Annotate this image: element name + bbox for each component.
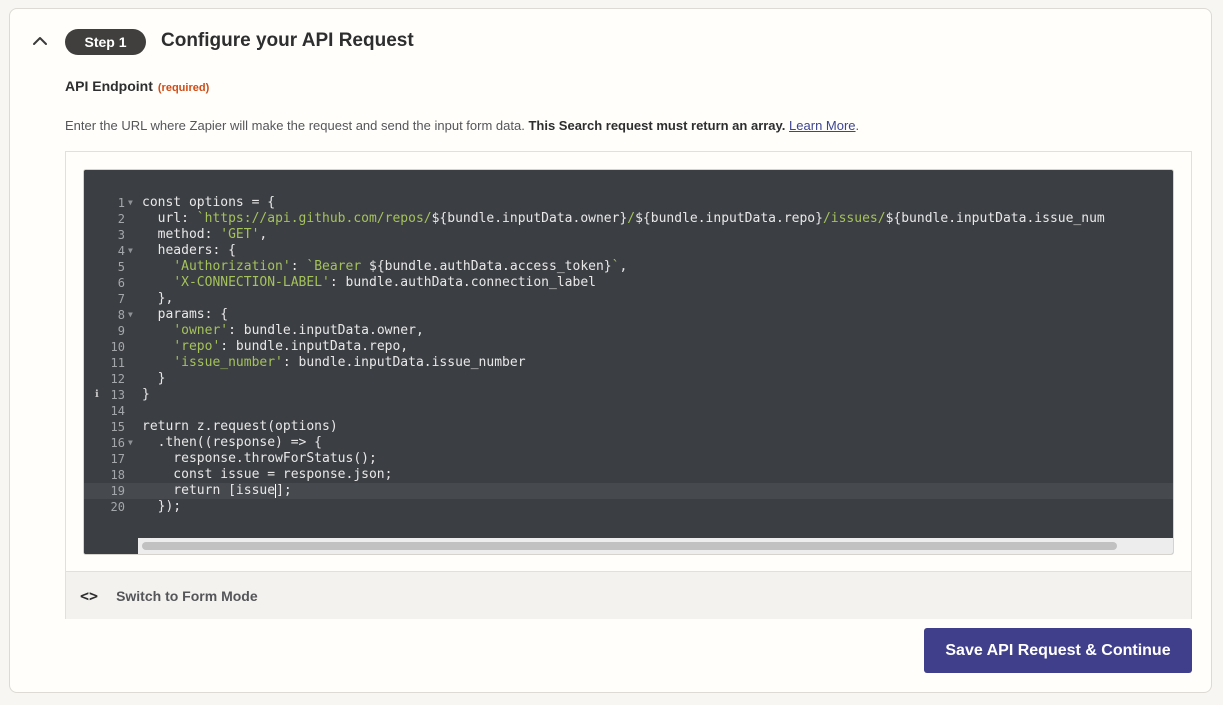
horizontal-scrollbar[interactable]: [138, 538, 1173, 554]
code-line[interactable]: 16 ▼ .then((response) => {: [84, 435, 1173, 451]
code-text: url: `https://api.github.com/repos/${bun…: [142, 211, 1105, 226]
code-line[interactable]: 17 response.throwForStatus();: [84, 451, 1173, 467]
line-number: 5: [117, 260, 125, 274]
code-editor-container: 1 ▼ const options = {2 url: `https://api.g…: [65, 151, 1192, 619]
code-line[interactable]: 1 ▼ const options = {: [84, 195, 1173, 211]
code-text: return z.request(options): [142, 419, 338, 434]
code-line[interactable]: ℹ 13}: [84, 387, 1173, 403]
code-lines[interactable]: 1 ▼ const options = {2 url: `https://api.g…: [84, 195, 1173, 515]
code-line[interactable]: 19 return [issue];: [84, 483, 1173, 499]
code-line[interactable]: 8 ▼ params: {: [84, 307, 1173, 323]
help-text-prefix: Enter the URL where Zapier will make the…: [65, 118, 525, 133]
line-number: 11: [110, 356, 125, 370]
code-text: const options = {: [142, 195, 276, 210]
code-text: .then((response) => {: [142, 435, 323, 450]
line-number: 7: [117, 292, 125, 306]
line-number: 8: [117, 308, 125, 322]
step-badge: Step 1: [65, 29, 146, 55]
step-card: Step 1 Configure your API Request API En…: [9, 8, 1212, 693]
code-line[interactable]: 12 }: [84, 371, 1173, 387]
line-number: 2: [117, 212, 125, 226]
switch-mode-button[interactable]: <> Switch to Form Mode: [66, 571, 1191, 619]
chevron-up-icon: [33, 37, 47, 45]
line-number: 19: [110, 484, 125, 498]
save-continue-button[interactable]: Save API Request & Continue: [924, 628, 1192, 673]
code-line[interactable]: 2 url: `https://api.github.com/repos/${b…: [84, 211, 1173, 227]
code-text: const issue = response.json;: [142, 467, 393, 482]
code-text: method: 'GET',: [142, 227, 268, 242]
code-line[interactable]: 7 },: [84, 291, 1173, 307]
code-text: 'X-CONNECTION-LABEL': bundle.authData.co…: [173, 275, 596, 290]
required-badge: (required): [157, 82, 210, 94]
code-text: headers: {: [142, 243, 236, 258]
line-number: 18: [110, 468, 125, 482]
line-number: 10: [110, 340, 125, 354]
code-line[interactable]: 11 'issue_number': bundle.inputData.issu…: [84, 355, 1173, 371]
line-number: 9: [117, 324, 125, 338]
fold-toggle-icon[interactable]: ▼: [128, 307, 133, 323]
fold-toggle-icon[interactable]: ▼: [128, 195, 133, 211]
code-text: 'Authorization': `Bearer ${bundle.authDa…: [173, 259, 628, 274]
collapse-button[interactable]: [28, 29, 52, 53]
code-text: response.throwForStatus();: [142, 451, 377, 466]
code-brackets-icon: <>: [80, 586, 99, 605]
fold-toggle-icon[interactable]: ▼: [128, 243, 133, 259]
code-text: 'owner': bundle.inputData.owner,: [173, 323, 424, 338]
code-text: 'issue_number': bundle.inputData.issue_n…: [173, 355, 526, 370]
code-text: });: [142, 499, 182, 514]
line-number: 3: [117, 228, 125, 242]
code-text: return [issue];: [142, 483, 292, 498]
help-text-suffix: .: [855, 118, 860, 133]
field-label: API Endpoint: [65, 78, 153, 94]
line-number: 6: [117, 276, 125, 290]
code-line[interactable]: 4 ▼ headers: {: [84, 243, 1173, 259]
code-line[interactable]: 5 'Authorization': `Bearer ${bundle.auth…: [84, 259, 1173, 275]
line-number: 12: [110, 372, 125, 386]
line-number: 1: [117, 196, 125, 210]
code-line[interactable]: 3 method: 'GET',: [84, 227, 1173, 243]
code-line[interactable]: 14: [84, 403, 1173, 419]
line-number: 17: [110, 452, 125, 466]
line-number: 20: [110, 500, 125, 514]
code-text: }: [142, 387, 150, 402]
code-editor[interactable]: 1 ▼ const options = {2 url: `https://api.g…: [83, 169, 1174, 555]
learn-more-link[interactable]: Learn More: [789, 118, 855, 133]
code-line[interactable]: 15 return z.request(options): [84, 419, 1173, 435]
switch-mode-label: Switch to Form Mode: [116, 587, 258, 604]
line-number: 13: [110, 388, 125, 402]
code-text: }: [142, 371, 166, 386]
code-line[interactable]: 10 'repo': bundle.inputData.repo,: [84, 339, 1173, 355]
code-text: },: [142, 291, 174, 306]
step-title: Configure your API Request: [161, 30, 414, 51]
code-text: 'repo': bundle.inputData.repo,: [173, 339, 409, 354]
code-line[interactable]: 18 const issue = response.json;: [84, 467, 1173, 483]
help-text: Enter the URL where Zapier will make the…: [65, 118, 859, 133]
code-text: params: {: [142, 307, 229, 322]
code-line[interactable]: 9 'owner': bundle.inputData.owner,: [84, 323, 1173, 339]
field-label-row: API Endpoint (required): [65, 78, 209, 94]
code-line[interactable]: 6 'X-CONNECTION-LABEL': bundle.authData.…: [84, 275, 1173, 291]
line-number: 16: [110, 436, 125, 450]
code-line[interactable]: 20 });: [84, 499, 1173, 515]
line-number: 15: [110, 420, 125, 434]
scrollbar-thumb[interactable]: [142, 542, 1117, 550]
line-number: 4: [117, 244, 125, 258]
fold-toggle-icon[interactable]: ▼: [128, 435, 133, 451]
line-number: 14: [110, 404, 125, 418]
help-text-bold: This Search request must return an array…: [528, 118, 786, 133]
